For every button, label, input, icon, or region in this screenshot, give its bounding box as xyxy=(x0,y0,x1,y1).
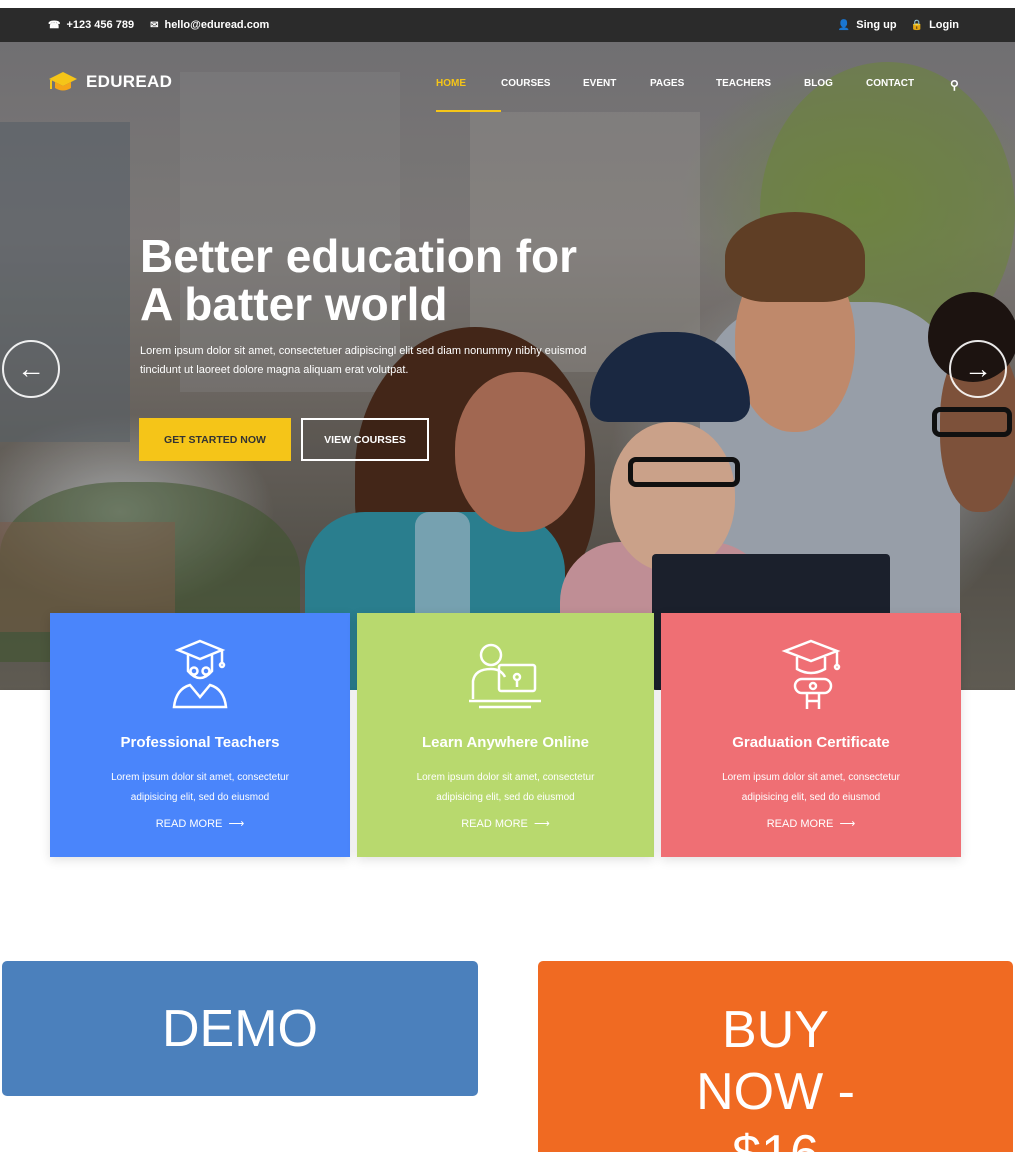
read-more-label: READ MORE xyxy=(155,818,223,830)
nav-blog[interactable]: BLOG xyxy=(804,78,866,98)
feature-description: Lorem ipsum dolor sit amet, consectetur … xyxy=(84,768,316,808)
feature-card-online[interactable]: Learn Anywhere Online Lorem ipsum dolor … xyxy=(357,613,654,857)
slider-prev-arrow-icon[interactable]: ← xyxy=(2,340,60,398)
phone-contact[interactable]: ☎ +123 456 789 xyxy=(48,19,134,31)
buy-now-label: BUY NOW - $16 xyxy=(696,1001,855,1152)
hero-subtext-line-1: Lorem ipsum dolor sit amet, consectetuer… xyxy=(140,345,587,357)
feature-description: Lorem ipsum dolor sit amet, consectetur … xyxy=(391,768,620,808)
demo-button[interactable]: DEMO xyxy=(2,961,478,1096)
hero-headline-line-1: Better education for xyxy=(140,230,578,282)
email-contact[interactable]: ✉ hello@eduread.com xyxy=(150,19,269,31)
feature-title: Professional Teachers xyxy=(120,734,280,751)
main-navigation: HOME COURSES EVENT PAGES TEACHERS BLOG C… xyxy=(436,78,959,112)
envelope-icon: ✉ xyxy=(150,19,159,31)
feature-description-line-1: Lorem ipsum dolor sit amet, consectetur xyxy=(722,772,900,783)
nav-courses[interactable]: COURSES xyxy=(501,78,583,98)
nav-event[interactable]: EVENT xyxy=(583,78,650,98)
arrow-right-icon: ⟶ xyxy=(836,818,856,830)
login-label: Login xyxy=(929,19,959,31)
feature-description-line-2: adipisicing elit, sed do eiusmod xyxy=(130,792,270,803)
feature-description-line-1: Lorem ipsum dolor sit amet, consectetur xyxy=(111,772,289,783)
online-learning-icon xyxy=(469,643,541,709)
read-more-link[interactable]: READ MORE ⟶ xyxy=(661,817,961,830)
buy-now-button[interactable]: BUY NOW - $16 xyxy=(538,961,1013,1152)
signup-link[interactable]: 👤 Sing up xyxy=(838,19,897,31)
lock-icon: 🔒 xyxy=(910,19,924,31)
phone-icon: ☎ xyxy=(48,19,61,31)
read-more-link[interactable]: READ MORE ⟶ xyxy=(50,817,350,830)
user-icon: 👤 xyxy=(837,19,851,31)
nav-home[interactable]: HOME xyxy=(436,78,501,112)
contact-topbar: ☎ +123 456 789 ✉ hello@eduread.com 👤 Sin… xyxy=(0,8,1015,42)
email-address: hello@eduread.com xyxy=(164,19,270,31)
signup-label: Sing up xyxy=(856,19,897,31)
phone-number: +123 456 789 xyxy=(66,19,135,31)
hero-subtext-line-2: tincidunt ut laoreet dolore magna aliqua… xyxy=(140,364,409,376)
hero-headline: Better education for A batter world xyxy=(140,232,700,328)
view-courses-button[interactable]: VIEW COURSES xyxy=(301,418,429,461)
hero-headline-line-2: A batter world xyxy=(140,278,448,330)
nav-contact[interactable]: CONTACT xyxy=(866,78,950,98)
slider-next-arrow-icon[interactable]: → xyxy=(949,340,1007,398)
read-more-link[interactable]: READ MORE ⟶ xyxy=(357,817,654,830)
feature-description-line-1: Lorem ipsum dolor sit amet, consectetur xyxy=(416,772,595,783)
brand-name: EDUREAD xyxy=(86,72,173,91)
nav-pages[interactable]: PAGES xyxy=(650,78,716,98)
read-more-label: READ MORE xyxy=(461,818,528,830)
arrow-right-icon: ⟶ xyxy=(225,818,245,830)
feature-title: Graduation Certificate xyxy=(732,734,890,751)
hero-subtext: Lorem ipsum dolor sit amet, consectetuer… xyxy=(140,342,670,380)
feature-card-certificate[interactable]: Graduation Certificate Lorem ipsum dolor… xyxy=(661,613,961,857)
feature-card-teachers[interactable]: Professional Teachers Lorem ipsum dolor … xyxy=(50,613,350,857)
template-preview-screenshot: ☎ +123 456 789 ✉ hello@eduread.com 👤 Sin… xyxy=(0,0,1015,882)
feature-title: Learn Anywhere Online xyxy=(422,734,589,751)
feature-description-line-2: adipisicing elit, sed do eiusmod xyxy=(741,792,881,803)
certificate-icon xyxy=(781,639,841,709)
arrow-right-icon: ⟶ xyxy=(530,818,550,830)
teacher-icon xyxy=(172,639,228,709)
feature-description-line-2: adipisicing elit, sed do eiusmod xyxy=(436,792,575,803)
search-icon[interactable]: ⚲ xyxy=(950,78,959,98)
feature-description: Lorem ipsum dolor sit amet, consectetur … xyxy=(695,768,927,808)
get-started-button[interactable]: GET STARTED NOW xyxy=(139,418,291,461)
read-more-label: READ MORE xyxy=(766,818,834,830)
login-link[interactable]: 🔒 Login xyxy=(911,19,959,31)
nav-teachers[interactable]: TEACHERS xyxy=(716,78,804,98)
graduation-cap-icon xyxy=(49,72,77,91)
site-logo[interactable]: EDUREAD xyxy=(48,70,172,94)
